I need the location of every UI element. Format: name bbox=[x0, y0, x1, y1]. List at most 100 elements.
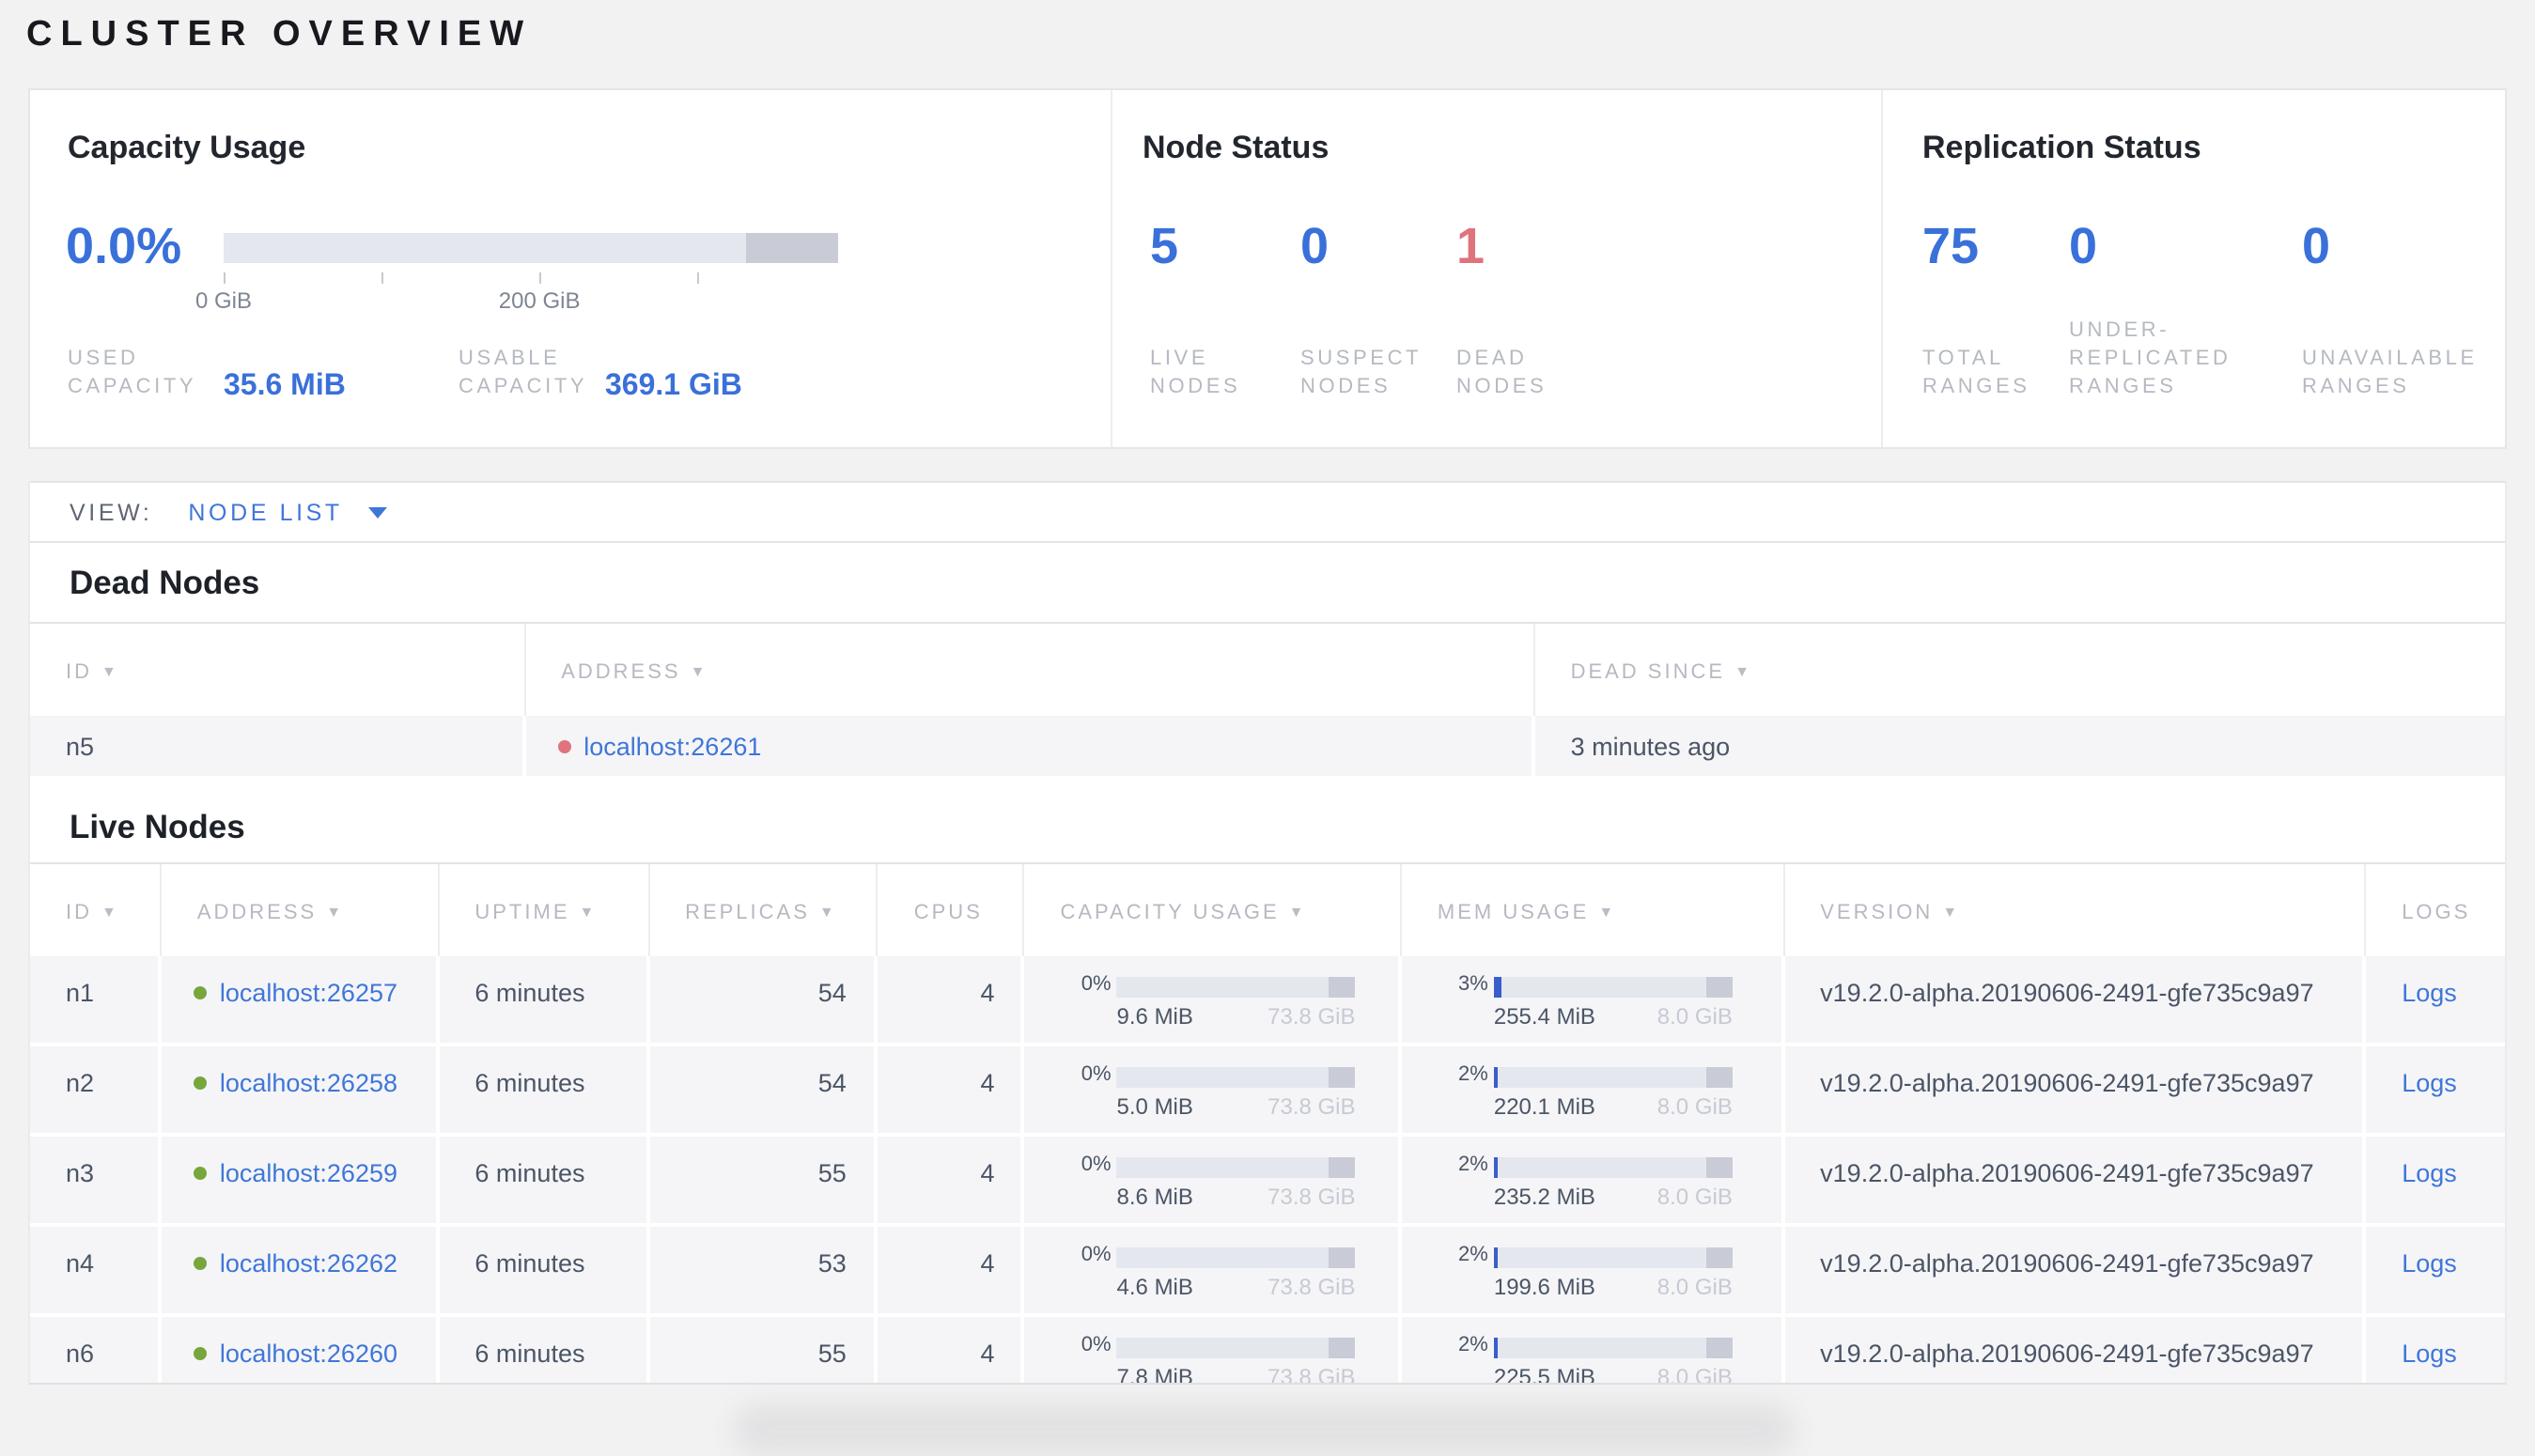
table-row: n6 localhost:26260 6 minutes 55 4 0% 7.8 MiB 73… bbox=[30, 1317, 2505, 1385]
node-status-stat-label: LIVE NODES bbox=[1150, 348, 1241, 398]
column-header-label: VERSION bbox=[1820, 902, 1934, 924]
node-address-link[interactable]: localhost:26257 bbox=[220, 979, 397, 1007]
node-id-cell: n5 bbox=[30, 716, 522, 776]
view-selected-value: NODE LIST bbox=[188, 499, 343, 525]
dead-status-dot bbox=[557, 740, 571, 753]
live-nodes-heading: Live Nodes bbox=[70, 808, 245, 845]
column-header-label: DEAD SINCE bbox=[1570, 661, 1726, 684]
usage-bar-secondary-segment bbox=[1705, 977, 1733, 998]
live-status-dot bbox=[193, 1257, 207, 1270]
usage-bar-secondary-segment bbox=[1705, 1247, 1733, 1268]
live-nodes-column-header-capacity-usage[interactable]: CAPACITY USAGE ▼ bbox=[1025, 864, 1402, 956]
usage-bar bbox=[1493, 977, 1733, 998]
dead-nodes-column-header-address[interactable]: ADDRESS ▼ bbox=[525, 624, 1535, 716]
usage-total-value: 73.8 GiB bbox=[1268, 1184, 1356, 1210]
logs-link[interactable]: Logs bbox=[2402, 1249, 2457, 1278]
usage-values: 9.6 MiB 73.8 GiB bbox=[1117, 1003, 1356, 1030]
table-row: n2 localhost:26258 6 minutes 54 4 0% 5.0 MiB 73… bbox=[30, 1046, 2505, 1133]
capacity-usage-title: Capacity Usage bbox=[68, 130, 306, 165]
dead-nodes-header-row: ID ▼ ADDRESS ▼ DEAD SINCE ▼ bbox=[30, 622, 2505, 716]
node-id-cell: n6 bbox=[30, 1317, 158, 1383]
usage-total-value: 73.8 GiB bbox=[1268, 1274, 1356, 1300]
usable-capacity-label: USABLE CAPACITY bbox=[459, 348, 588, 398]
usage-meter: 0% 4.6 MiB 73.8 GiB bbox=[1025, 1227, 1398, 1313]
column-header-label: ADDRESS bbox=[196, 902, 318, 924]
usage-percent-label: 2% bbox=[1458, 1154, 1488, 1176]
live-status-dot bbox=[193, 1167, 207, 1180]
usage-values: 7.8 MiB 73.8 GiB bbox=[1116, 1364, 1356, 1385]
dead-nodes-column-header-dead-since[interactable]: DEAD SINCE ▼ bbox=[1535, 624, 2505, 716]
usage-meter: 3% 255.4 MiB 8.0 GiB bbox=[1402, 956, 1781, 1043]
mem-usage-cell: 2% 235.2 MiB 8.0 GiB bbox=[1401, 1137, 1781, 1223]
usage-bar-secondary-segment bbox=[1329, 977, 1356, 998]
summary-divider bbox=[1111, 90, 1112, 447]
usage-values: 235.2 MiB 8.0 GiB bbox=[1494, 1184, 1733, 1210]
node-address-link[interactable]: localhost:26260 bbox=[220, 1340, 397, 1368]
node-address-link[interactable]: localhost:26261 bbox=[583, 733, 761, 761]
address-cell: localhost:26259 bbox=[161, 1137, 436, 1223]
node-status-stat-value: 0 bbox=[1300, 218, 1330, 274]
live-nodes-column-header-uptime[interactable]: UPTIME ▼ bbox=[439, 864, 650, 956]
usage-bar-fill bbox=[1493, 1338, 1499, 1358]
uptime-cell: 6 minutes bbox=[439, 1227, 646, 1313]
live-nodes-column-header-address[interactable]: ADDRESS ▼ bbox=[162, 864, 440, 956]
logs-link[interactable]: Logs bbox=[2402, 1159, 2457, 1187]
gauge-tick bbox=[539, 272, 542, 284]
live-nodes-column-header-id[interactable]: ID ▼ bbox=[30, 864, 162, 956]
used-capacity-value: 35.6 MiB bbox=[224, 370, 346, 402]
usage-percent-label: 0% bbox=[1081, 1334, 1112, 1356]
node-id-cell: n1 bbox=[30, 956, 158, 1043]
logs-link[interactable]: Logs bbox=[2402, 979, 2457, 1007]
live-nodes-header-row: ID ▼ ADDRESS ▼ UPTIME ▼ REPLICAS ▼ CPUS CAPACITY … bbox=[30, 862, 2505, 956]
logs-link[interactable]: Logs bbox=[2402, 1340, 2457, 1368]
uptime-cell: 6 minutes bbox=[439, 956, 646, 1043]
logs-cell: Logs bbox=[2366, 1317, 2505, 1383]
node-address-link[interactable]: localhost:26259 bbox=[220, 1159, 397, 1187]
usage-values: 199.6 MiB 8.0 GiB bbox=[1494, 1274, 1733, 1300]
gauge-tick-label: 0 GiB bbox=[194, 287, 253, 314]
live-nodes-column-header-version[interactable]: VERSION ▼ bbox=[1784, 864, 2367, 956]
uptime-cell: 6 minutes bbox=[439, 1137, 646, 1223]
node-status-stat: 1 DEAD NODES bbox=[1456, 90, 1682, 447]
usable-capacity-value: 369.1 GiB bbox=[605, 370, 742, 402]
live-nodes-column-header-mem-usage[interactable]: MEM USAGE ▼ bbox=[1402, 864, 1785, 956]
sort-desc-icon: ▼ bbox=[579, 904, 598, 921]
usage-total-value: 73.8 GiB bbox=[1268, 1364, 1356, 1385]
table-row: n1 localhost:26257 6 minutes 54 4 0% 9.6 MiB 73… bbox=[30, 956, 2505, 1043]
dead-nodes-column-header-id[interactable]: ID ▼ bbox=[30, 624, 526, 716]
usage-total-value: 8.0 GiB bbox=[1656, 1003, 1733, 1030]
logs-link[interactable]: Logs bbox=[2402, 1069, 2457, 1097]
node-address-link[interactable]: localhost:26258 bbox=[220, 1069, 397, 1097]
usage-meter: 0% 7.8 MiB 73.8 GiB bbox=[1025, 1317, 1398, 1385]
node-id-cell: n4 bbox=[30, 1227, 158, 1313]
usage-bar-secondary-segment bbox=[1329, 1247, 1356, 1268]
table-row: n3 localhost:26259 6 minutes 55 4 0% 8.6 MiB 73… bbox=[30, 1137, 2505, 1223]
usage-values: 255.4 MiB 8.0 GiB bbox=[1494, 1003, 1733, 1030]
column-header-label: ADDRESS bbox=[561, 661, 681, 684]
usage-used-value: 4.6 MiB bbox=[1116, 1274, 1193, 1300]
logs-cell: Logs bbox=[2366, 1227, 2505, 1313]
node-address-link[interactable]: localhost:26262 bbox=[220, 1249, 397, 1278]
logs-cell: Logs bbox=[2366, 1046, 2505, 1133]
cpus-cell: 4 bbox=[878, 1317, 1021, 1383]
sort-desc-icon: ▼ bbox=[326, 904, 345, 921]
mem-usage-cell: 2% 220.1 MiB 8.0 GiB bbox=[1401, 1046, 1781, 1133]
usage-bar-secondary-segment bbox=[1705, 1067, 1733, 1088]
live-nodes-column-header-replicas[interactable]: REPLICAS ▼ bbox=[649, 864, 879, 956]
address-cell: localhost:26257 bbox=[161, 956, 436, 1043]
usage-used-value: 8.6 MiB bbox=[1116, 1184, 1193, 1210]
usage-percent-label: 0% bbox=[1081, 1244, 1112, 1266]
replication-stat-value: 0 bbox=[2302, 218, 2331, 274]
usage-used-value: 7.8 MiB bbox=[1116, 1364, 1193, 1385]
usage-percent-label: 3% bbox=[1458, 973, 1488, 996]
live-nodes-column-header-cpus: CPUS bbox=[879, 864, 1025, 956]
replicas-cell: 55 bbox=[649, 1317, 875, 1383]
capacity-usage-cell: 0% 9.6 MiB 73.8 GiB bbox=[1024, 956, 1398, 1043]
node-status-stat-label: SUSPECT NODES bbox=[1300, 348, 1422, 398]
usage-total-value: 8.0 GiB bbox=[1656, 1184, 1733, 1210]
view-selector-dropdown[interactable]: NODE LIST bbox=[188, 499, 388, 525]
mem-usage-cell: 3% 255.4 MiB 8.0 GiB bbox=[1401, 956, 1781, 1043]
summary-divider bbox=[1881, 90, 1883, 447]
sort-desc-icon: ▼ bbox=[1942, 904, 1961, 921]
sort-desc-icon: ▼ bbox=[1288, 904, 1307, 921]
